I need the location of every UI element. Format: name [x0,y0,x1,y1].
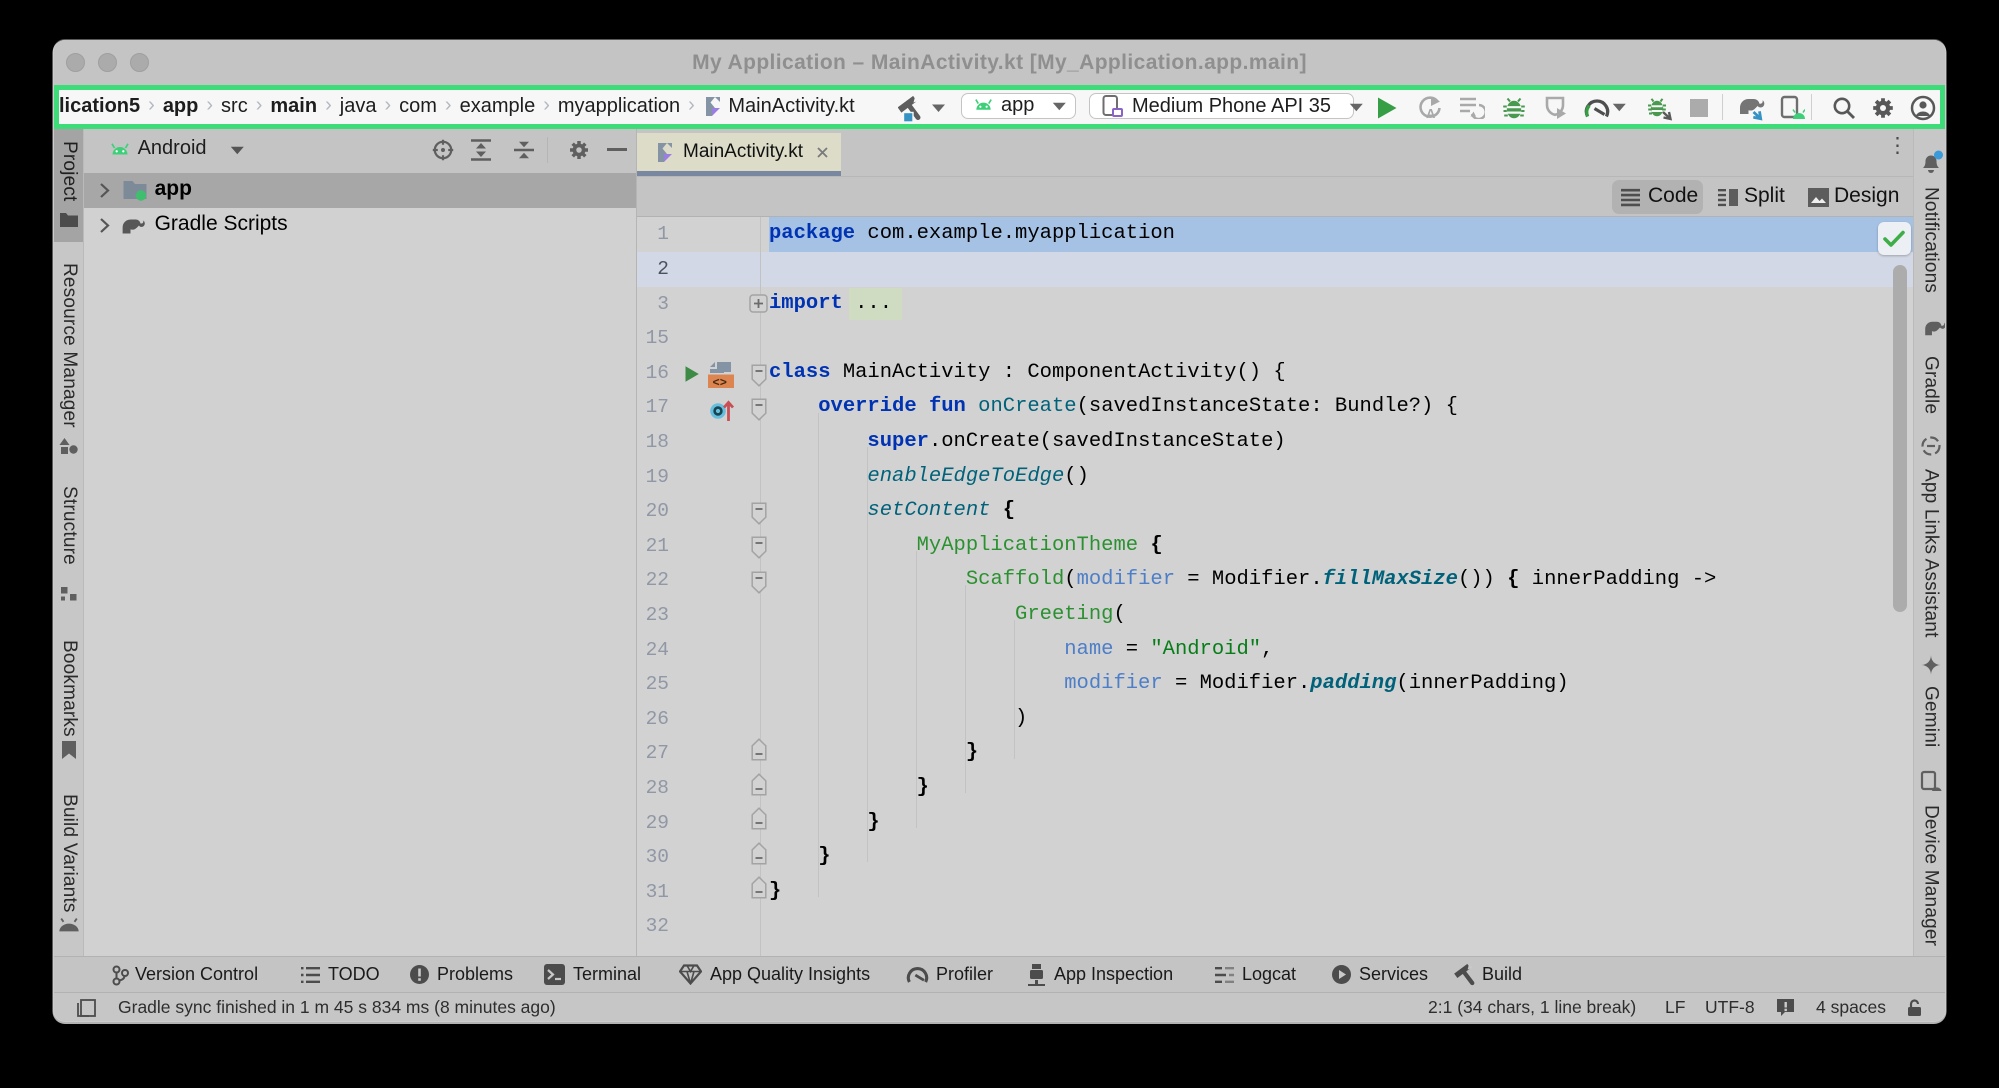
svg-text:<>: <> [713,376,727,390]
svg-text:A: A [1426,106,1436,120]
